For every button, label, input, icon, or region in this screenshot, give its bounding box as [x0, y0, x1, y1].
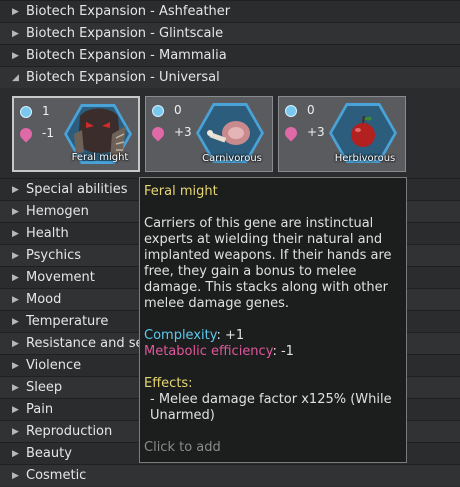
metabolic-icon [17, 125, 35, 142]
metabolic-stat: -1 [17, 125, 54, 142]
expand-arrow-icon: ▶ [12, 251, 19, 261]
gene-tooltip: Feral might Carriers of this gene are in… [139, 177, 407, 463]
category-label: Temperature [26, 314, 109, 329]
complexity-stat: 0 [285, 103, 315, 117]
metabolic-icon [282, 124, 300, 141]
category-label: Health [26, 226, 69, 241]
metabolic-value: +3 [307, 125, 325, 139]
expand-arrow-icon: ▶ [12, 361, 19, 371]
expand-arrow-icon: ▶ [12, 273, 19, 283]
metabolic-value: : -1 [272, 344, 294, 359]
category-glintscale[interactable]: ▶ Biotech Expansion - Glintscale [0, 22, 460, 44]
expand-arrow-icon: ▶ [12, 339, 19, 349]
gene-card-row: 1 -1 Feral might 0 +3 Carnivorous 0 +3 H… [12, 96, 452, 176]
expand-arrow-icon: ▶ [12, 449, 19, 459]
category-label: Movement [26, 270, 95, 285]
gene-card-carnivorous[interactable]: 0 +3 Carnivorous [145, 96, 273, 172]
category-label: Hemogen [26, 204, 89, 219]
metabolic-icon [149, 124, 167, 141]
effect-line: - Melee damage factor x125% (While Unarm… [150, 392, 392, 423]
expand-arrow-icon: ▶ [12, 29, 19, 39]
complexity-value: 0 [174, 103, 182, 117]
complexity-value: : +1 [216, 328, 245, 343]
expand-arrow-icon: ▶ [12, 207, 19, 217]
category-label: Mood [26, 292, 62, 307]
metabolic-stat: +3 [282, 124, 325, 141]
expand-arrow-icon: ▶ [12, 51, 19, 61]
metabolic-stat: +3 [149, 124, 192, 141]
collapse-arrow-icon: ◢ [12, 73, 19, 83]
category-label: Cosmetic [26, 468, 87, 483]
category-label: Reproduction [26, 424, 113, 439]
category-label: Biotech Expansion - Mammalia [26, 48, 227, 63]
tooltip-title: Feral might [144, 184, 218, 199]
expand-arrow-icon: ▶ [12, 471, 19, 481]
category-ashfeather[interactable]: ▶ Biotech Expansion - Ashfeather [0, 0, 460, 22]
complexity-label: Complexity [144, 328, 217, 343]
category-label: Psychics [26, 248, 81, 263]
gene-card-herbivorous[interactable]: 0 +3 Herbivorous [278, 96, 406, 172]
category-label: Special abilities [26, 182, 128, 197]
complexity-icon [20, 105, 32, 118]
complexity-value: 1 [42, 104, 50, 118]
category-cosmetic[interactable]: ▶ Cosmetic [0, 464, 460, 486]
gene-card-feral-might[interactable]: 1 -1 Feral might [12, 96, 140, 172]
category-label: Biotech Expansion - Glintscale [26, 26, 224, 41]
category-label: Resistance and se [26, 336, 144, 351]
expand-arrow-icon: ▶ [12, 7, 19, 17]
effects-title: Effects: [144, 376, 193, 391]
category-label: Beauty [26, 446, 72, 461]
expand-arrow-icon: ▶ [12, 229, 19, 239]
expand-arrow-icon: ▶ [12, 383, 19, 393]
category-label: Pain [26, 402, 54, 417]
expand-arrow-icon: ▶ [12, 185, 19, 195]
category-mammalia[interactable]: ▶ Biotech Expansion - Mammalia [0, 44, 460, 66]
category-label: Biotech Expansion - Ashfeather [26, 4, 231, 19]
expand-arrow-icon: ▶ [12, 317, 19, 327]
tooltip-metabolic-line: Metabolic efficiency: -1 [144, 344, 400, 360]
metabolic-value: +3 [174, 125, 192, 139]
complexity-icon [285, 104, 297, 117]
expand-arrow-icon: ▶ [12, 427, 19, 437]
metabolic-value: -1 [42, 126, 54, 140]
gene-name-label: Carnivorous [202, 153, 262, 164]
category-universal[interactable]: ◢ Biotech Expansion - Universal [0, 66, 460, 88]
tooltip-complexity-line: Complexity: +1 [144, 328, 400, 344]
gene-name-label: Herbivorous [334, 153, 396, 164]
metabolic-label: Metabolic efficiency [144, 344, 273, 359]
click-hint: Click to add [144, 440, 221, 455]
expand-arrow-icon: ▶ [12, 295, 19, 305]
complexity-stat: 1 [20, 104, 50, 118]
category-label: Biotech Expansion - Universal [26, 70, 220, 85]
category-label: Sleep [26, 380, 63, 395]
complexity-icon [152, 104, 164, 117]
complexity-value: 0 [307, 103, 315, 117]
complexity-stat: 0 [152, 103, 182, 117]
gene-name-label: Feral might [71, 152, 129, 163]
tooltip-description: Carriers of this gene are instinctual ex… [144, 216, 392, 311]
expand-arrow-icon: ▶ [12, 405, 19, 415]
category-label: Violence [26, 358, 82, 373]
